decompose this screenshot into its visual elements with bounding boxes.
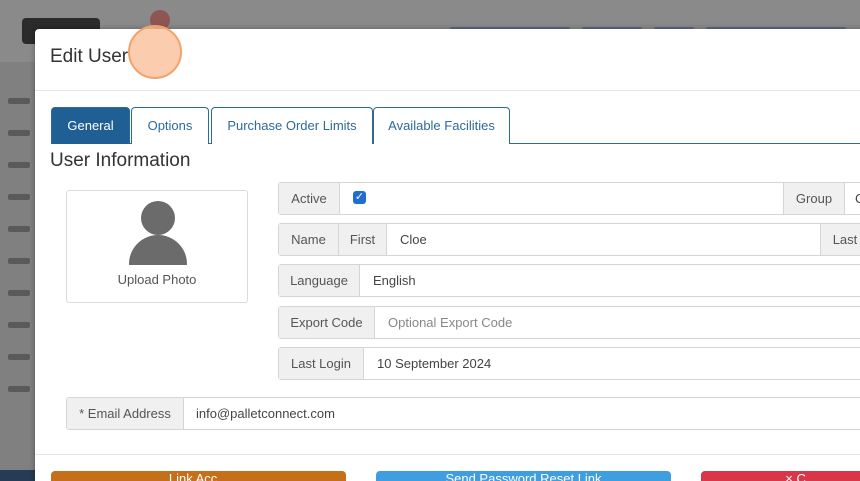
last-login-label: Last Login: [279, 348, 364, 379]
footer-divider: [35, 454, 860, 455]
last-login-row: Last Login 10 September 2024: [278, 347, 860, 380]
export-code-label: Export Code: [279, 307, 375, 338]
sidebar-item: [8, 386, 30, 392]
modal-title: Edit User: [50, 46, 129, 67]
background-sidebar: [0, 62, 35, 481]
language-label: Language: [279, 265, 360, 296]
active-row: Active ✓ Group C: [278, 182, 860, 215]
close-button[interactable]: × C...: [701, 471, 860, 481]
tab-options[interactable]: Options: [131, 107, 209, 144]
sidebar-item: [8, 226, 30, 232]
modal-header: Edit User: [35, 25, 860, 91]
first-label: First: [339, 224, 387, 255]
email-label: * Email Address: [67, 398, 184, 429]
export-code-input[interactable]: Optional Export Code: [388, 307, 512, 338]
send-password-reset-button[interactable]: Send Password Reset Link: [376, 471, 671, 481]
edit-user-modal: Edit User General Options Purchase Order…: [35, 25, 860, 481]
tab-available-facilities[interactable]: Available Facilities: [373, 107, 510, 144]
sidebar-item: [8, 354, 30, 360]
group-label: Group: [783, 183, 845, 214]
active-label: Active: [279, 183, 340, 214]
sidebar-item: [8, 258, 30, 264]
sidebar-item-active: [0, 470, 35, 481]
first-name-input[interactable]: Cloe: [400, 224, 427, 255]
sidebar-item: [8, 98, 30, 104]
user-avatar-icon: [141, 201, 175, 235]
email-row: * Email Address info@palletconnect.com: [66, 397, 860, 430]
last-login-value: 10 September 2024: [377, 356, 492, 371]
upload-photo-label: Upload Photo: [117, 272, 197, 287]
link-account-button[interactable]: Link Acc...: [51, 471, 346, 481]
last-label: Last: [820, 224, 860, 255]
user-avatar-body: [129, 235, 187, 265]
group-value[interactable]: C: [855, 183, 860, 214]
sidebar-item: [8, 290, 30, 296]
upload-photo-box[interactable]: Upload Photo: [66, 190, 248, 303]
section-title: User Information: [50, 150, 191, 171]
tab-purchase-order-limits[interactable]: Purchase Order Limits: [211, 107, 373, 144]
active-checkbox[interactable]: ✓: [353, 191, 366, 204]
sidebar-item: [8, 322, 30, 328]
tab-bar: General Options Purchase Order Limits Av…: [51, 107, 860, 144]
sidebar-item: [8, 194, 30, 200]
export-code-row: Export Code Optional Export Code: [278, 306, 860, 339]
name-row: Name First Cloe Last: [278, 223, 860, 256]
sidebar-item: [8, 130, 30, 136]
language-row: Language English: [278, 264, 860, 297]
email-input[interactable]: info@palletconnect.com: [196, 398, 335, 429]
click-indicator: [128, 25, 182, 79]
name-label: Name: [279, 224, 339, 255]
sidebar-item: [8, 162, 30, 168]
tab-general[interactable]: General: [51, 107, 130, 144]
language-select[interactable]: English: [373, 265, 416, 296]
